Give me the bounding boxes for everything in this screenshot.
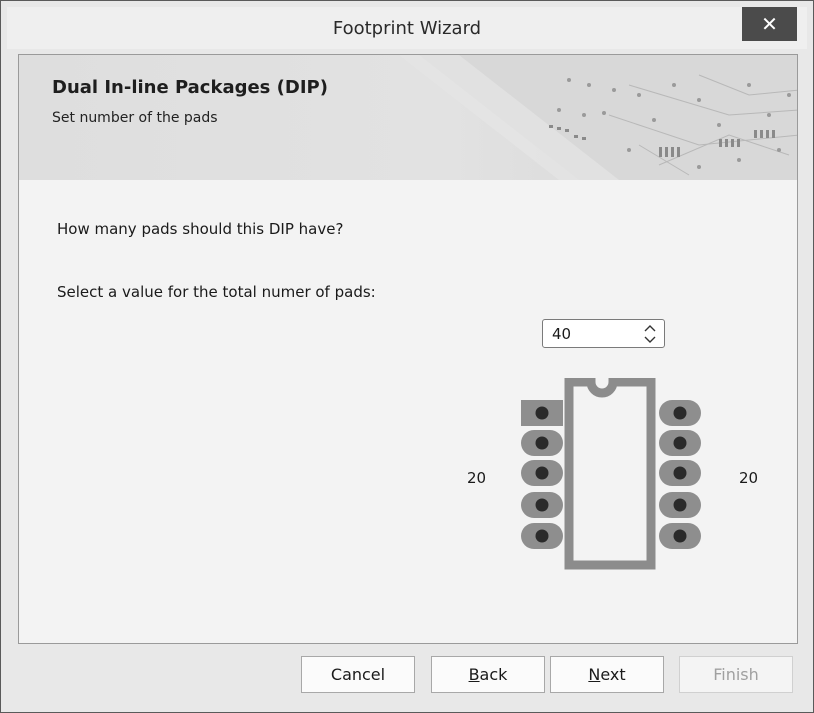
title-bar: Footprint Wizard ✕ — [7, 7, 807, 49]
finish-button[interactable]: Finish — [679, 656, 793, 693]
chevron-up-icon[interactable] — [642, 321, 658, 334]
next-label: ext — [600, 665, 626, 684]
question-text: How many pads should this DIP have? — [57, 220, 344, 238]
pad-count-value: 40 — [552, 325, 572, 343]
back-accelerator: B — [468, 665, 480, 684]
chevron-down-icon[interactable] — [642, 334, 658, 347]
right-pad-count: 20 — [739, 469, 759, 487]
back-button[interactable]: Back — [431, 656, 545, 693]
dip-preview — [521, 378, 701, 570]
footprint-wizard-window: Footprint Wizard ✕ Dual In-line Packages… — [0, 0, 814, 713]
next-accelerator: N — [588, 665, 601, 684]
window-title: Footprint Wizard — [332, 18, 482, 39]
pad-count-spinbox[interactable]: 40 — [542, 319, 665, 348]
cancel-button[interactable]: Cancel — [301, 656, 415, 693]
pcb-decoration — [399, 55, 797, 180]
close-icon: ✕ — [761, 12, 778, 36]
back-label: ack — [479, 665, 508, 684]
wizard-page: Dual In-line Packages (DIP) Set number o… — [18, 54, 798, 644]
next-button[interactable]: Next — [550, 656, 664, 693]
page-title: Dual In-line Packages (DIP) — [52, 77, 328, 98]
close-button[interactable]: ✕ — [742, 7, 797, 41]
pad-count-label: Select a value for the total numer of pa… — [57, 283, 376, 301]
left-pads — [521, 400, 563, 549]
right-pads — [659, 400, 701, 549]
header-banner: Dual In-line Packages (DIP) Set number o… — [19, 55, 797, 180]
left-pad-count: 20 — [467, 469, 487, 487]
page-subtitle: Set number of the pads — [52, 110, 218, 126]
